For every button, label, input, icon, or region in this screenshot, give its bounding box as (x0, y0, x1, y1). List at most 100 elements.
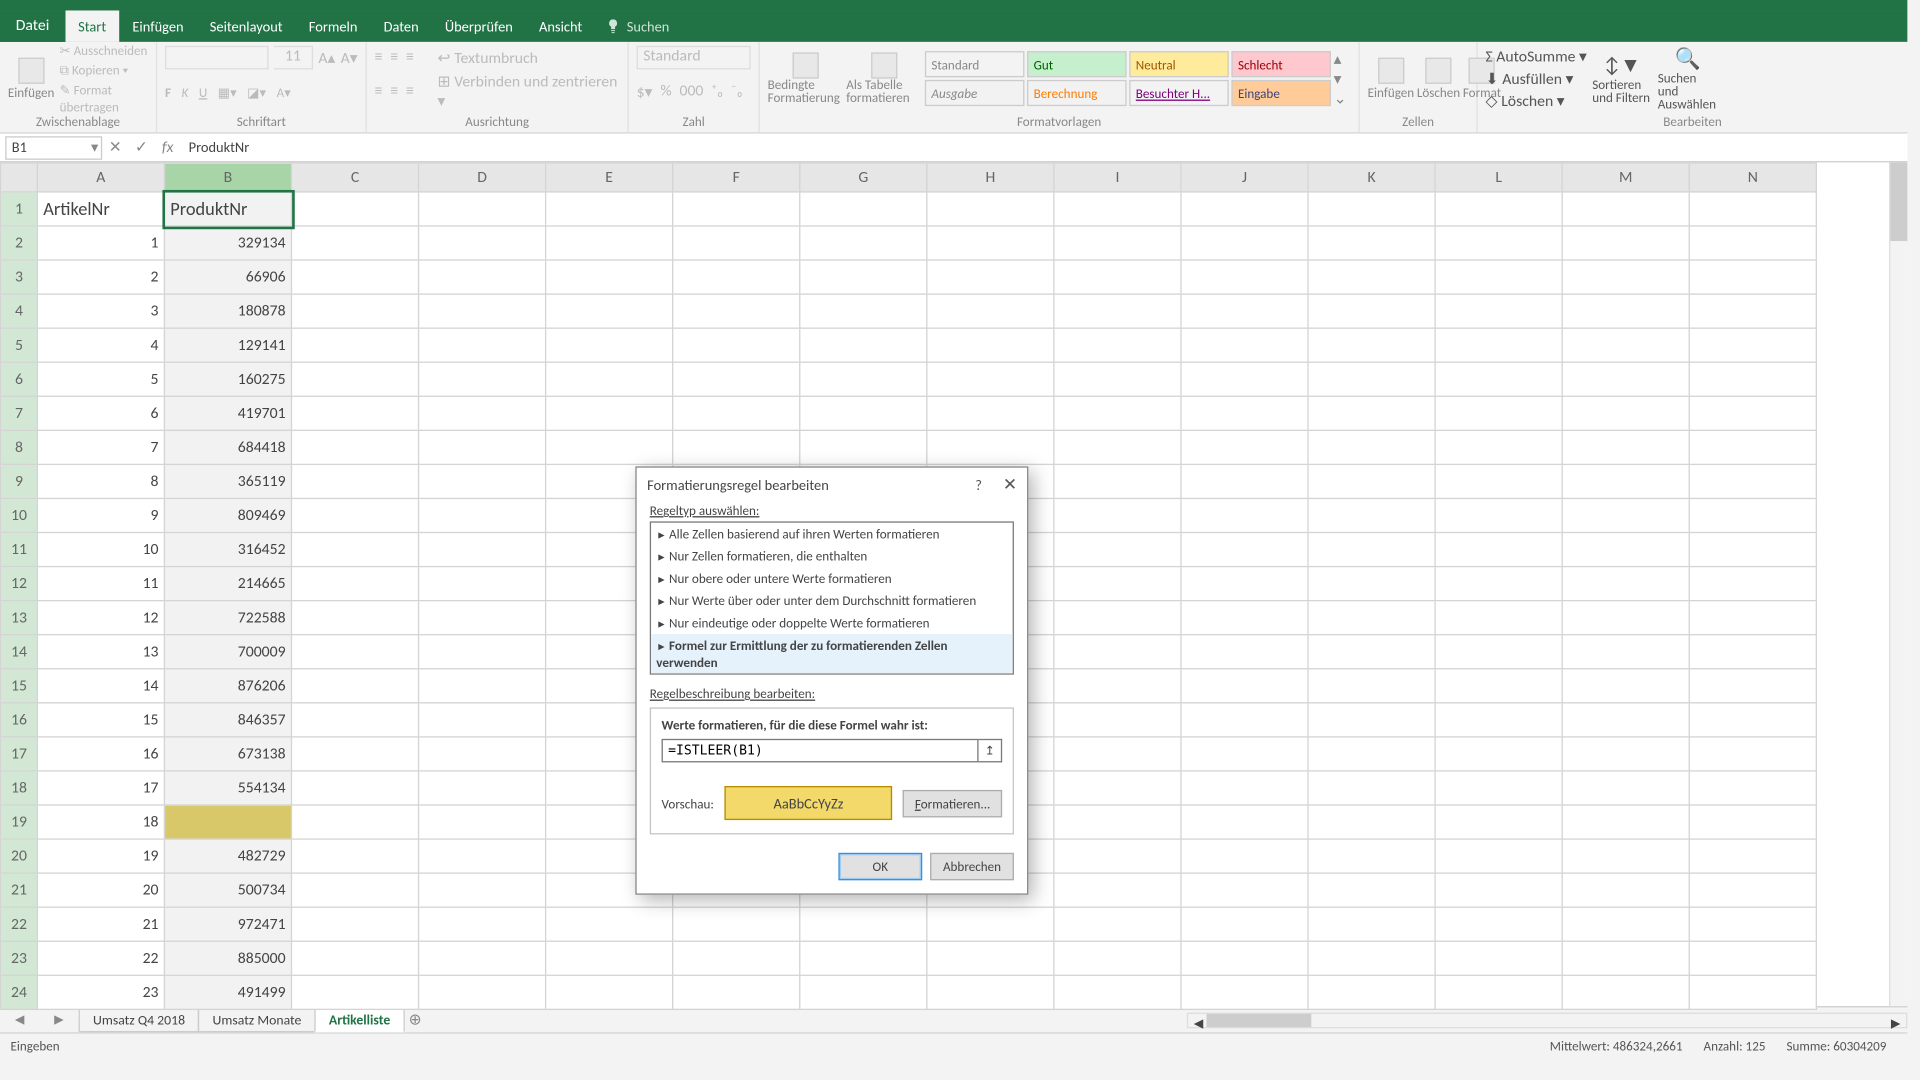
cell[interactable] (1054, 464, 1181, 498)
tab-insert[interactable]: Einfügen (119, 10, 196, 41)
cell[interactable] (1562, 839, 1689, 873)
column-header[interactable]: A (37, 163, 164, 192)
italic-button[interactable]: K (182, 83, 189, 100)
cell[interactable] (800, 907, 927, 941)
cell[interactable] (419, 635, 546, 669)
cell[interactable] (1054, 907, 1181, 941)
cell[interactable] (1689, 396, 1816, 430)
cell[interactable] (1689, 975, 1816, 1009)
merge-center-button[interactable]: ⊞ Verbinden und zentrieren ▾ (437, 72, 619, 111)
cell[interactable] (419, 771, 546, 805)
cell[interactable] (1689, 294, 1816, 328)
cell[interactable] (800, 941, 927, 975)
tab-nav-next-icon[interactable]: ► (51, 1010, 67, 1030)
style-schlecht[interactable]: Schlecht (1231, 51, 1331, 77)
cell[interactable] (800, 430, 927, 464)
cell[interactable] (419, 396, 546, 430)
cell[interactable] (291, 328, 418, 362)
enter-formula-button[interactable]: ✓ (128, 138, 154, 158)
worksheet[interactable]: ABCDEFGHIJKLMN1ArtikelNrProduktNr2132913… (0, 162, 1907, 1006)
align-center-icon[interactable]: ≡ (390, 83, 398, 101)
cell[interactable] (1054, 328, 1181, 362)
cell[interactable] (1181, 805, 1308, 839)
cell[interactable]: 491499 (164, 975, 291, 1009)
cell[interactable] (927, 328, 1054, 362)
format-button[interactable]: FFormatieren...ormatieren... (903, 789, 1002, 817)
cell[interactable] (1435, 362, 1562, 396)
cell[interactable] (1308, 873, 1435, 907)
cell[interactable] (419, 192, 546, 226)
ok-button[interactable]: OK (838, 853, 922, 881)
cell[interactable] (673, 941, 800, 975)
style-besucht[interactable]: Besuchter H... (1129, 80, 1229, 106)
cell[interactable] (1562, 669, 1689, 703)
style-ausgabe[interactable]: Ausgabe (925, 80, 1025, 106)
cell[interactable] (1562, 873, 1689, 907)
cell[interactable] (546, 260, 673, 294)
cell[interactable] (291, 362, 418, 396)
cell[interactable] (291, 192, 418, 226)
cell[interactable] (1562, 192, 1689, 226)
cell[interactable] (673, 396, 800, 430)
wrap-text-button[interactable]: ↩ Textumbruch (437, 48, 537, 68)
cell[interactable] (291, 703, 418, 737)
cell[interactable] (1562, 805, 1689, 839)
cell[interactable] (1308, 192, 1435, 226)
cell[interactable] (291, 907, 418, 941)
cell[interactable] (419, 362, 546, 396)
cell[interactable] (1308, 805, 1435, 839)
cell[interactable]: 12 (37, 601, 164, 635)
cell[interactable] (673, 975, 800, 1009)
row-header[interactable]: 24 (1, 975, 38, 1009)
cell[interactable] (673, 362, 800, 396)
cell[interactable]: 673138 (164, 737, 291, 771)
cell[interactable] (1562, 737, 1689, 771)
cell[interactable] (1689, 873, 1816, 907)
cell[interactable]: 15 (37, 703, 164, 737)
cell[interactable] (419, 226, 546, 260)
cell[interactable] (1308, 635, 1435, 669)
row-header[interactable]: 6 (1, 362, 38, 396)
row-header[interactable]: 17 (1, 737, 38, 771)
cell[interactable] (1562, 635, 1689, 669)
cell[interactable] (1054, 635, 1181, 669)
cell[interactable] (1054, 396, 1181, 430)
column-header[interactable]: E (546, 163, 673, 192)
cell[interactable] (927, 192, 1054, 226)
cell[interactable] (291, 873, 418, 907)
cell[interactable] (1308, 975, 1435, 1009)
cell[interactable] (291, 294, 418, 328)
align-right-icon[interactable]: ≡ (406, 83, 414, 101)
cell[interactable] (1562, 601, 1689, 635)
cell[interactable] (1054, 294, 1181, 328)
cell[interactable] (1689, 260, 1816, 294)
cell[interactable] (1435, 226, 1562, 260)
cell[interactable] (1181, 294, 1308, 328)
style-eingabe[interactable]: Eingabe (1231, 80, 1331, 106)
column-header[interactable]: H (927, 163, 1054, 192)
tab-data[interactable]: Daten (371, 10, 432, 41)
cell[interactable] (1054, 567, 1181, 601)
cell[interactable] (1435, 533, 1562, 567)
add-sheet-button[interactable]: ⊕ (403, 1010, 427, 1030)
cell[interactable] (546, 396, 673, 430)
cell[interactable] (1435, 498, 1562, 532)
cell[interactable] (1689, 226, 1816, 260)
cell[interactable]: 885000 (164, 941, 291, 975)
cell[interactable] (1689, 805, 1816, 839)
cell[interactable]: 129141 (164, 328, 291, 362)
cell[interactable] (1308, 567, 1435, 601)
cell[interactable] (1562, 907, 1689, 941)
cell[interactable] (927, 226, 1054, 260)
cell[interactable] (1308, 328, 1435, 362)
cell[interactable]: 19 (37, 839, 164, 873)
cell[interactable] (1308, 839, 1435, 873)
cell[interactable] (419, 294, 546, 328)
cell[interactable]: 846357 (164, 703, 291, 737)
cell[interactable] (546, 430, 673, 464)
sheet-tab[interactable]: Umsatz Q4 2018 (79, 1007, 200, 1032)
row-header[interactable]: 2 (1, 226, 38, 260)
border-button[interactable]: ▦▾ (218, 83, 237, 100)
cell[interactable] (673, 430, 800, 464)
cell[interactable] (1562, 941, 1689, 975)
